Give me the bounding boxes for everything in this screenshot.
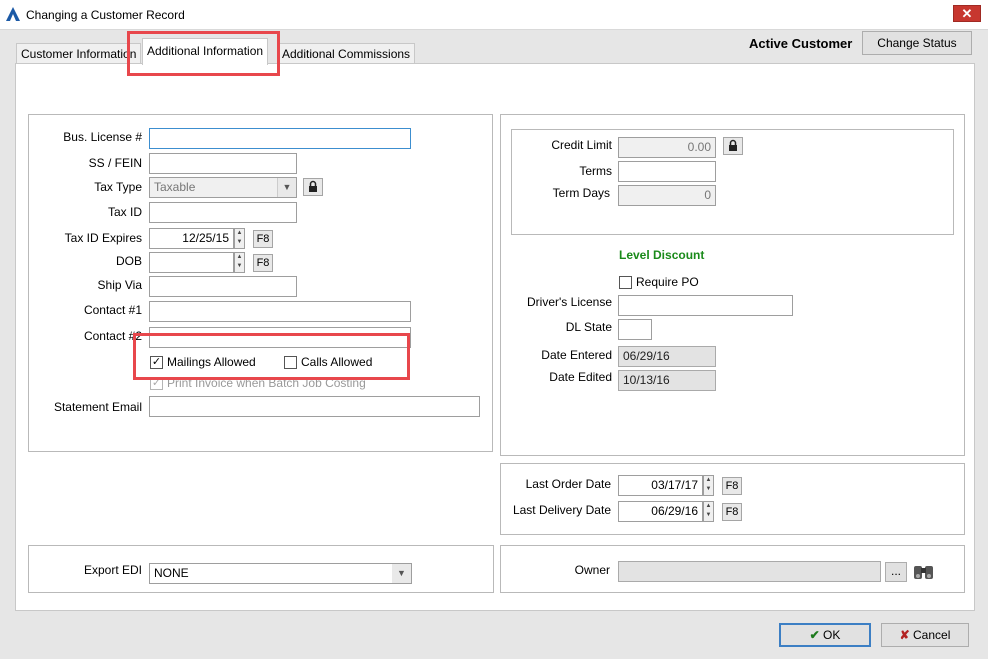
credit-limit-label: Credit Limit: [551, 138, 612, 152]
ok-button[interactable]: ✔ OK: [779, 623, 871, 647]
owner-label: Owner: [574, 563, 610, 577]
order-dates-group: [500, 463, 965, 535]
calls-allowed-checkbox[interactable]: [284, 356, 297, 369]
mailings-allowed-label: Mailings Allowed: [167, 355, 256, 369]
dob-spinner[interactable]: ▲ ▼: [234, 252, 245, 273]
tax-type-lock-button[interactable]: [303, 178, 323, 196]
mailings-allowed-checkbox[interactable]: ✓: [150, 356, 163, 369]
customer-status: Active Customer: [749, 36, 853, 51]
terms-input[interactable]: [618, 161, 716, 182]
dl-state-label: DL State: [565, 320, 612, 334]
export-edi-value: NONE: [154, 566, 189, 580]
cancel-label: Cancel: [913, 628, 951, 642]
owner-field: [618, 561, 881, 582]
lock-icon: [729, 139, 737, 151]
ss-fein-input[interactable]: [149, 153, 297, 174]
tax-id-expires-spinner[interactable]: ▲ ▼: [234, 228, 245, 249]
dob-label: DOB: [115, 254, 142, 268]
tax-type-select[interactable]: Taxable: [149, 177, 297, 198]
last-order-date-input[interactable]: 03/17/17: [618, 475, 703, 496]
x-icon: ✘: [899, 628, 910, 642]
contact1-input[interactable]: [149, 301, 411, 322]
ss-fein-label: SS / FEIN: [88, 156, 142, 170]
contact2-input[interactable]: [149, 327, 411, 348]
tax-id-expires-label: Tax ID Expires: [64, 231, 142, 245]
tax-id-input[interactable]: [149, 202, 297, 223]
statement-email-label: Statement Email: [53, 400, 142, 414]
last-order-date-spinner[interactable]: ▲ ▼: [703, 475, 714, 496]
credit-limit-lock-button[interactable]: [723, 137, 743, 155]
tax-type-value: Taxable: [154, 180, 196, 194]
ok-label: OK: [823, 628, 841, 642]
require-po-checkbox[interactable]: [619, 276, 632, 289]
owner-browse-button[interactable]: ...: [885, 562, 907, 582]
checkmark-icon: ✔: [809, 628, 820, 642]
chevron-down-icon[interactable]: ▼: [392, 564, 411, 583]
lock-icon: [309, 180, 317, 192]
last-delivery-date-label: Last Delivery Date: [512, 503, 611, 517]
last-order-date-label: Last Order Date: [525, 477, 611, 491]
chevron-down-icon[interactable]: ▼: [277, 178, 296, 197]
last-delivery-date-f8-button[interactable]: F8: [722, 503, 742, 521]
bus-license-label: Bus. License #: [63, 130, 142, 144]
print-invoice-checkbox[interactable]: ✓: [150, 377, 163, 390]
dob-input[interactable]: [149, 252, 234, 273]
ship-via-label: Ship Via: [97, 278, 142, 292]
tax-type-label: Tax Type: [94, 180, 142, 194]
drivers-license-input[interactable]: [618, 295, 793, 316]
date-edited-label: Date Edited: [549, 370, 612, 384]
close-button[interactable]: ✕: [953, 5, 981, 22]
last-delivery-date-spinner[interactable]: ▲ ▼: [703, 501, 714, 522]
bus-license-input[interactable]: [149, 128, 411, 149]
tax-id-label: Tax ID: [107, 205, 142, 219]
terms-label: Terms: [579, 164, 612, 178]
date-entered-label: Date Entered: [541, 348, 612, 362]
last-order-date-f8-button[interactable]: F8: [722, 477, 742, 495]
drivers-license-label: Driver's License: [527, 295, 612, 309]
statement-email-input[interactable]: [149, 396, 480, 417]
date-edited-field: 10/13/16: [618, 370, 716, 391]
binoculars-icon[interactable]: [912, 560, 936, 582]
calls-allowed-label: Calls Allowed: [301, 355, 373, 369]
tax-id-expires-f8-button[interactable]: F8: [253, 230, 273, 248]
credit-limit-input[interactable]: 0.00: [618, 137, 716, 158]
date-entered-field: 06/29/16: [618, 346, 716, 367]
change-status-button[interactable]: Change Status: [862, 31, 972, 55]
export-edi-label: Export EDI: [83, 563, 142, 577]
export-edi-select[interactable]: NONE: [149, 563, 412, 584]
term-days-input[interactable]: 0: [618, 185, 716, 206]
dl-state-input[interactable]: [618, 319, 652, 340]
contact1-label: Contact #1: [83, 303, 142, 317]
tax-id-expires-input[interactable]: 12/25/15: [149, 228, 234, 249]
print-invoice-label: Print Invoice when Batch Job Costing: [167, 376, 366, 390]
app-logo-icon: [6, 7, 20, 21]
require-po-label: Require PO: [636, 275, 699, 289]
last-delivery-date-input[interactable]: 06/29/16: [618, 501, 703, 522]
level-discount-label: Level Discount: [619, 248, 705, 262]
tab-highlight-box: [127, 31, 280, 76]
ship-via-input[interactable]: [149, 276, 297, 297]
term-days-label: Term Days: [552, 186, 610, 200]
tab-customer-information[interactable]: Customer Information: [16, 43, 142, 63]
cancel-button[interactable]: ✘ Cancel: [881, 623, 969, 647]
dob-f8-button[interactable]: F8: [253, 254, 273, 272]
window-title: Changing a Customer Record: [26, 8, 185, 22]
contact2-label: Contact #2: [83, 329, 142, 343]
tab-additional-commissions[interactable]: Additional Commissions: [277, 43, 416, 63]
